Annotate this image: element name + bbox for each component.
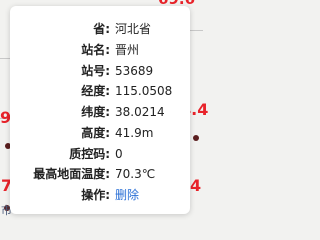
station-id-label: 站号: xyxy=(81,64,110,78)
info-row-latitude: 纬度: 38.0214 xyxy=(10,103,190,121)
station-marker[interactable] xyxy=(193,135,199,141)
province-label: 省: xyxy=(93,22,110,36)
map-value-label: 4 xyxy=(190,176,202,195)
longitude-value: 115.0508 xyxy=(115,84,173,98)
longitude-label: 经度: xyxy=(81,84,110,98)
station-name-label: 站名: xyxy=(81,43,110,57)
station-name-value: 晋州 xyxy=(115,43,140,57)
info-row-longitude: 经度: 115.0508 xyxy=(10,82,190,100)
action-label: 操作: xyxy=(81,188,110,202)
info-row-province: 省: 河北省 xyxy=(10,20,190,38)
info-row-station-name: 站名: 晋州 xyxy=(10,41,190,59)
qc-code-value: 0 xyxy=(115,147,123,161)
max-ground-temp-value: 70.3℃ xyxy=(115,167,156,181)
latitude-value: 38.0214 xyxy=(115,105,165,119)
info-row-action: 操作: 删除 xyxy=(10,186,190,204)
altitude-label: 高度: xyxy=(81,126,110,140)
delete-link[interactable]: 删除 xyxy=(115,186,139,204)
max-ground-temp-label: 最高地面温度: xyxy=(33,167,110,181)
info-row-max-ground-temp: 最高地面温度: 70.3℃ xyxy=(10,165,190,183)
qc-code-label: 质控码: xyxy=(69,147,110,161)
info-row-qc-code: 质控码: 0 xyxy=(10,145,190,163)
province-value: 河北省 xyxy=(115,22,152,36)
station-info-popup: 省: 河北省 站名: 晋州 站号: 53689 经度: 115.0508 纬度:… xyxy=(10,6,190,214)
map-boundary-line xyxy=(188,30,203,31)
station-id-value: 53689 xyxy=(115,64,154,78)
altitude-value: 41.9m xyxy=(115,126,154,140)
latitude-label: 纬度: xyxy=(81,105,110,119)
info-row-altitude: 高度: 41.9m xyxy=(10,124,190,142)
info-row-station-id: 站号: 53689 xyxy=(10,62,190,80)
